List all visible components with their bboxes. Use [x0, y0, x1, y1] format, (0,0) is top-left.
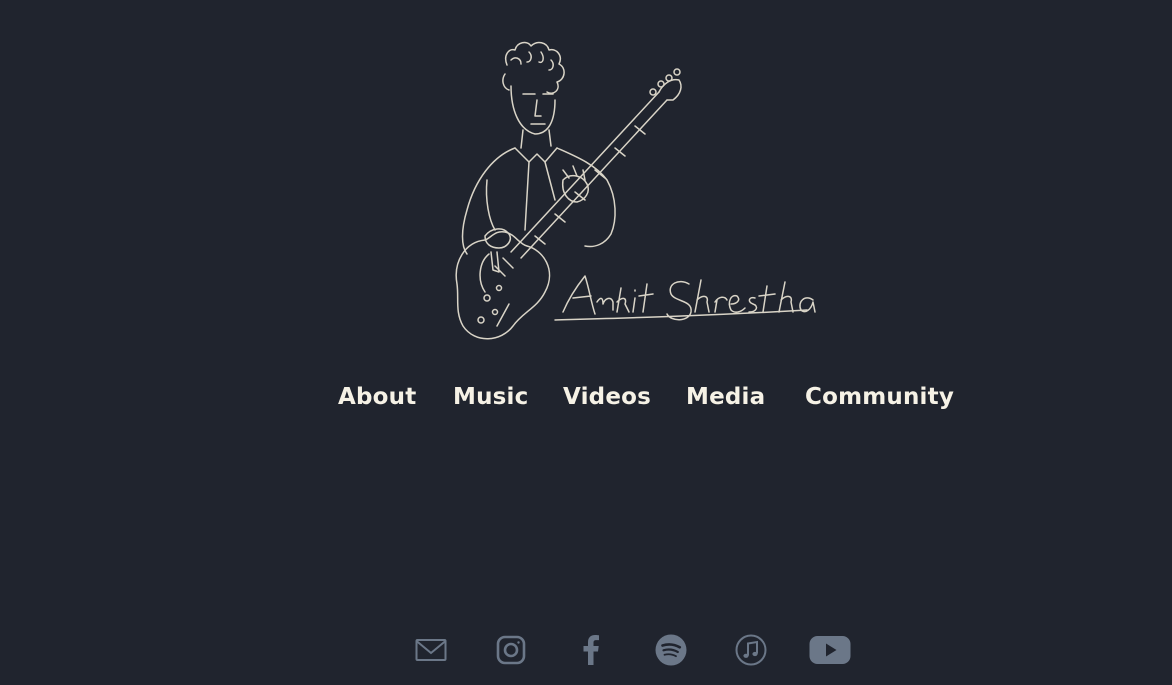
- apple-music-icon[interactable]: [729, 628, 773, 672]
- nav-item-videos[interactable]: Videos: [563, 375, 651, 419]
- main-nav: About Music Videos Media Community: [0, 375, 1172, 419]
- nav-item-media[interactable]: Media: [686, 375, 765, 419]
- facebook-icon[interactable]: [569, 628, 613, 672]
- page: About Music Videos Media Community: [0, 0, 1172, 685]
- nav-item-community[interactable]: Community: [805, 375, 954, 419]
- nav-item-about[interactable]: About: [338, 375, 416, 419]
- spotify-icon[interactable]: [649, 628, 693, 672]
- youtube-icon[interactable]: [808, 628, 852, 672]
- site-logo[interactable]: [445, 30, 825, 350]
- mail-icon[interactable]: [409, 628, 453, 672]
- instagram-icon[interactable]: [489, 628, 533, 672]
- guitarist-line-drawing-logo-icon: [455, 41, 816, 340]
- social-bar: [0, 628, 1172, 672]
- nav-item-music[interactable]: Music: [453, 375, 528, 419]
